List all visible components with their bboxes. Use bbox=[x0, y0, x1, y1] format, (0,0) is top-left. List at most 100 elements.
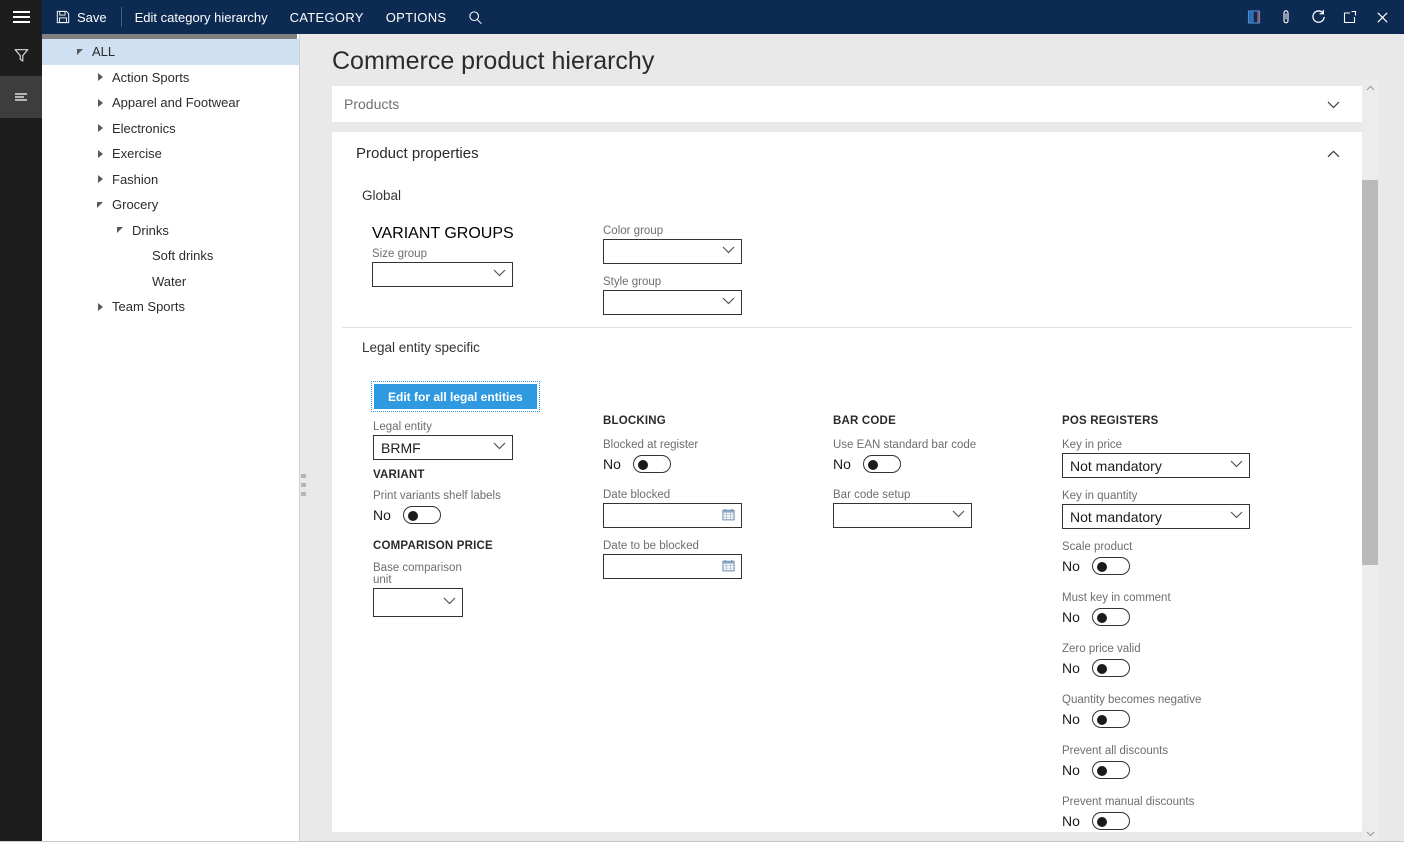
style-group-combobox[interactable] bbox=[603, 290, 742, 315]
tree-item-action-sports[interactable]: Action Sports bbox=[42, 65, 299, 91]
pos-toggle-prevent-all-discounts: Prevent all discounts No bbox=[1062, 745, 1262, 779]
chevron-right-icon[interactable] bbox=[90, 99, 110, 107]
main-vertical-scrollbar[interactable] bbox=[1362, 80, 1378, 842]
color-group-combobox[interactable] bbox=[603, 239, 742, 264]
use-ean-label: Use EAN standard bar code bbox=[833, 439, 976, 451]
pos-toggle-label: Prevent all discounts bbox=[1062, 745, 1262, 757]
tree-item-soft-drinks[interactable]: Soft drinks bbox=[42, 243, 299, 269]
chevron-down-icon[interactable] bbox=[70, 49, 90, 55]
pos-toggle-switch[interactable] bbox=[1092, 659, 1130, 677]
tree-item-electronics[interactable]: Electronics bbox=[42, 116, 299, 142]
chevron-down-icon[interactable] bbox=[110, 227, 130, 233]
toolbar-divider bbox=[121, 7, 122, 27]
pos-toggle-value: No bbox=[1062, 711, 1092, 727]
chevron-up-icon[interactable] bbox=[1327, 147, 1340, 160]
pos-toggle-row: No bbox=[1062, 659, 1262, 677]
popout-window-icon[interactable] bbox=[1334, 0, 1366, 34]
application-window: Save Edit category hierarchy CATEGORY OP… bbox=[0, 0, 1404, 842]
refresh-icon[interactable] bbox=[1302, 0, 1334, 34]
color-group-field: Color group bbox=[603, 225, 742, 264]
attachment-icon[interactable] bbox=[1270, 0, 1302, 34]
size-group-combobox[interactable] bbox=[372, 262, 513, 287]
use-ean-toggle[interactable] bbox=[863, 455, 901, 473]
barcode-setup-combobox[interactable] bbox=[833, 503, 972, 528]
chevron-down-icon bbox=[1226, 511, 1243, 522]
splitter-grip[interactable] bbox=[301, 474, 309, 501]
close-icon[interactable] bbox=[1366, 0, 1398, 34]
product-properties-header[interactable]: Product properties bbox=[332, 132, 1362, 174]
pos-toggle-value: No bbox=[1062, 762, 1092, 778]
key-in-price-combobox[interactable]: Not mandatory bbox=[1062, 453, 1250, 478]
key-in-quantity-label: Key in quantity bbox=[1062, 490, 1250, 502]
menu-category[interactable]: CATEGORY bbox=[279, 0, 375, 34]
comparison-price-section-title: COMPARISON PRICE bbox=[373, 540, 493, 552]
pos-toggle-value: No bbox=[1062, 660, 1092, 676]
scroll-up-arrow[interactable] bbox=[1362, 80, 1378, 96]
save-disk-icon bbox=[56, 10, 70, 24]
variant-groups-group-title: VARIANT GROUPS bbox=[372, 225, 514, 243]
tree-item-label: Exercise bbox=[110, 146, 162, 161]
panel-splitter[interactable] bbox=[300, 34, 332, 842]
tree-item-apparel-and-footwear[interactable]: Apparel and Footwear bbox=[42, 90, 299, 116]
tree-item-all[interactable]: ALL bbox=[42, 39, 299, 65]
pos-toggle-switch[interactable] bbox=[1092, 710, 1130, 728]
pos-toggle-row: No bbox=[1062, 710, 1262, 728]
chevron-right-icon[interactable] bbox=[90, 124, 110, 132]
date-blocked-input[interactable] bbox=[603, 503, 742, 528]
date-to-be-blocked-input[interactable] bbox=[603, 554, 742, 579]
date-to-be-blocked-label: Date to be blocked bbox=[603, 540, 742, 552]
pos-toggle-switch[interactable] bbox=[1092, 557, 1130, 575]
office-app-icon[interactable] bbox=[1238, 0, 1270, 34]
tree-item-drinks[interactable]: Drinks bbox=[42, 218, 299, 244]
tree-item-label: Drinks bbox=[130, 223, 169, 238]
calendar-icon[interactable] bbox=[718, 508, 735, 524]
chevron-right-icon[interactable] bbox=[90, 150, 110, 158]
chevron-right-icon[interactable] bbox=[90, 73, 110, 81]
legal-entity-combobox[interactable]: BRMF bbox=[373, 435, 513, 460]
blocking-section-title: BLOCKING bbox=[603, 415, 666, 427]
pos-toggle-row: No bbox=[1062, 761, 1262, 779]
chevron-down-icon[interactable] bbox=[90, 202, 110, 208]
pos-toggle-list: Scale productNoMust key in commentNoZero… bbox=[1062, 541, 1262, 842]
hamburger-menu-icon[interactable] bbox=[0, 0, 42, 34]
search-icon[interactable] bbox=[459, 0, 491, 34]
tree-item-label: Action Sports bbox=[110, 70, 189, 85]
blocked-at-register-label: Blocked at register bbox=[603, 439, 698, 451]
print-variants-toggle[interactable] bbox=[403, 506, 441, 524]
chevron-down-icon bbox=[489, 442, 506, 453]
edit-for-all-legal-entities-button[interactable]: Edit for all legal entities bbox=[374, 384, 537, 409]
filter-funnel-icon[interactable] bbox=[0, 34, 42, 76]
scroll-down-arrow[interactable] bbox=[1362, 826, 1378, 842]
category-tree: ALL Action Sports Apparel and FootwearElec… bbox=[42, 39, 299, 320]
tree-item-team-sports[interactable]: Team Sports bbox=[42, 294, 299, 320]
products-section-header[interactable]: Products bbox=[332, 86, 1362, 122]
save-button[interactable]: Save bbox=[42, 0, 119, 34]
blocked-at-register-toggle[interactable] bbox=[633, 455, 671, 473]
tree-item-grocery[interactable]: Grocery bbox=[42, 192, 299, 218]
calendar-icon[interactable] bbox=[718, 559, 735, 575]
tree-item-water[interactable]: Water bbox=[42, 269, 299, 295]
chevron-right-icon[interactable] bbox=[90, 175, 110, 183]
tree-item-fashion[interactable]: Fashion bbox=[42, 167, 299, 193]
pos-toggle-switch[interactable] bbox=[1092, 761, 1130, 779]
chevron-right-icon[interactable] bbox=[90, 303, 110, 311]
pos-toggle-switch[interactable] bbox=[1092, 812, 1130, 830]
legal-entity-field: Legal entity BRMF bbox=[373, 421, 513, 460]
pos-toggle-switch[interactable] bbox=[1092, 608, 1130, 626]
scrollbar-thumb[interactable] bbox=[1362, 180, 1378, 565]
pos-toggle-scale-product: Scale productNo bbox=[1062, 541, 1262, 575]
date-to-be-blocked-field: Date to be blocked bbox=[603, 540, 742, 579]
chevron-down-icon[interactable] bbox=[1327, 98, 1340, 111]
key-in-quantity-combobox[interactable]: Not mandatory bbox=[1062, 504, 1250, 529]
products-section-title: Products bbox=[344, 96, 399, 112]
blocked-at-register-field: Blocked at register No bbox=[603, 439, 698, 473]
size-group-label: Size group bbox=[372, 248, 513, 260]
menu-options[interactable]: OPTIONS bbox=[375, 0, 458, 34]
tree-item-label: Team Sports bbox=[110, 299, 185, 314]
use-ean-standard-barcode-field: Use EAN standard bar code No bbox=[833, 439, 976, 473]
tree-item-exercise[interactable]: Exercise bbox=[42, 141, 299, 167]
base-comparison-unit-combobox[interactable] bbox=[373, 588, 463, 617]
main-content-area: Commerce product hierarchy Products Prod… bbox=[332, 34, 1404, 842]
list-lines-icon[interactable] bbox=[0, 76, 42, 118]
barcode-setup-label: Bar code setup bbox=[833, 489, 972, 501]
